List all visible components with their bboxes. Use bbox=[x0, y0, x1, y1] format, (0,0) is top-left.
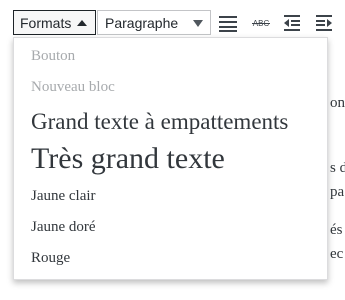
menu-item-nouveau-bloc: Nouveau bloc bbox=[31, 79, 115, 95]
chevron-down-icon bbox=[193, 20, 203, 27]
content-fragment: pa bbox=[330, 184, 345, 200]
menu-item-jaune-dore[interactable]: Jaune doré bbox=[31, 219, 96, 236]
menu-item-grand-texte[interactable]: Grand texte à empattements bbox=[31, 109, 288, 135]
content-fragment: s d bbox=[330, 160, 345, 176]
menu-item-bouton: Bouton bbox=[31, 48, 76, 64]
paragraph-format-select[interactable]: Paragraphe bbox=[97, 10, 211, 35]
content-fragment: on bbox=[330, 95, 345, 111]
content-fragment: és bbox=[330, 222, 343, 238]
caret-up-icon bbox=[77, 19, 88, 26]
strikethrough-icon[interactable]: ABC bbox=[250, 13, 272, 33]
outdent-icon[interactable] bbox=[282, 13, 302, 33]
formats-dropdown-menu: Bouton Nouveau bloc Grand texte à empatt… bbox=[13, 37, 328, 280]
paragraph-format-value: Paragraphe bbox=[105, 14, 179, 31]
align-justify-icon[interactable] bbox=[218, 13, 238, 33]
menu-item-rouge[interactable]: Rouge bbox=[31, 250, 70, 267]
menu-item-tres-grand-texte[interactable]: Très grand texte bbox=[31, 142, 225, 176]
indent-icon[interactable] bbox=[314, 13, 334, 33]
formats-button[interactable]: Formats bbox=[13, 10, 96, 35]
formats-button-label: Formats bbox=[20, 14, 72, 31]
content-fragment: ec bbox=[330, 246, 344, 262]
menu-item-jaune-clair[interactable]: Jaune clair bbox=[31, 188, 96, 205]
